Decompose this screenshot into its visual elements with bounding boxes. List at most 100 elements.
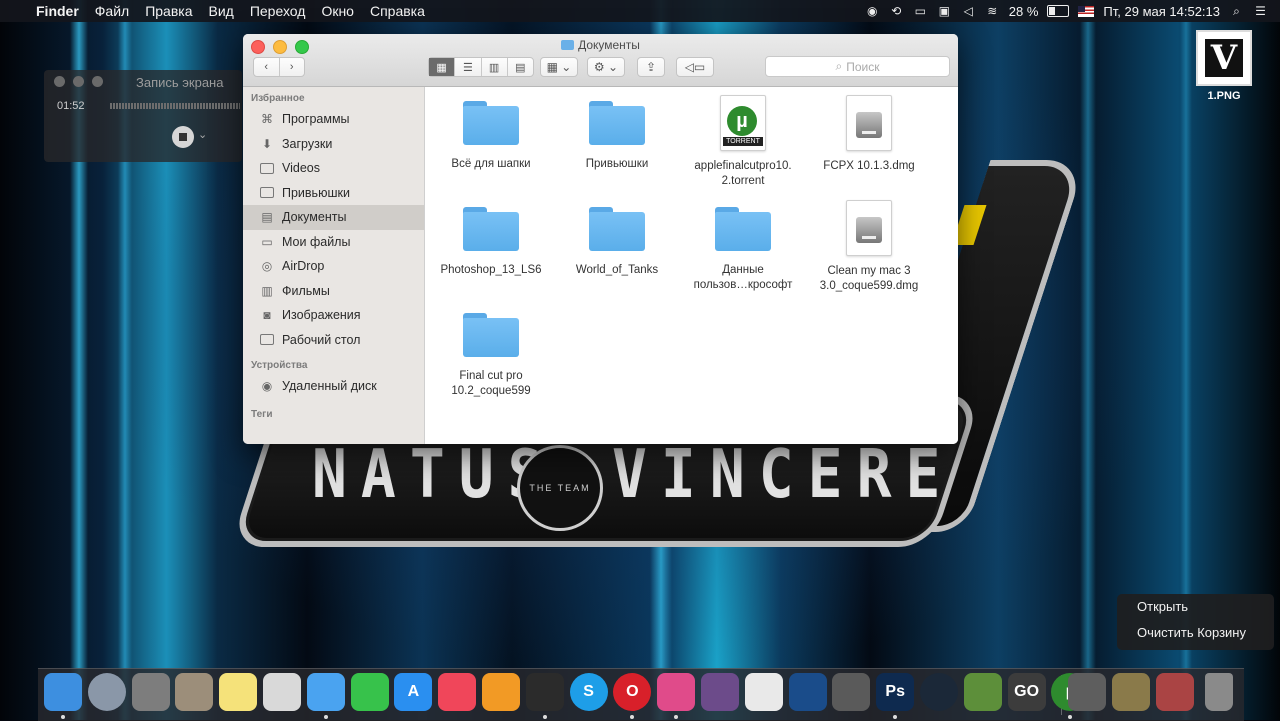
minimize-icon[interactable] bbox=[73, 76, 84, 87]
list-view-button[interactable]: ☰ bbox=[455, 58, 482, 76]
sidebar-item-downloads[interactable]: ⬇ Загрузки bbox=[243, 132, 424, 157]
wallpaper-text-vincere: VINCERE bbox=[612, 434, 955, 514]
messages-icon[interactable] bbox=[306, 673, 345, 711]
folder-item[interactable]: Всё для шапки bbox=[431, 101, 551, 172]
photoshop-icon[interactable]: Ps bbox=[876, 673, 915, 711]
obs-icon[interactable] bbox=[525, 673, 564, 711]
menu-edit[interactable]: Правка bbox=[137, 3, 200, 19]
trash-icon[interactable] bbox=[1205, 673, 1233, 711]
file-name: applefinalcutpro10. 2.torrent bbox=[694, 160, 792, 187]
sidebar-item-pictures[interactable]: ◙ Изображения bbox=[243, 303, 424, 328]
sidebar-item-label: Документы bbox=[282, 210, 347, 225]
screen-recording-window[interactable]: Запись экрана 01:52 ⌄ bbox=[44, 70, 242, 162]
display-icon[interactable]: ▣ bbox=[937, 4, 952, 19]
sidebar-item-previews[interactable]: Привьюшки bbox=[243, 181, 424, 206]
menu-file[interactable]: Файл bbox=[87, 3, 137, 19]
tags-button[interactable]: ◁▭ bbox=[676, 57, 714, 77]
file-item[interactable]: FCPX 10.1.3.dmg bbox=[809, 95, 929, 174]
arrange-button[interactable]: ▦ ⌄ bbox=[540, 57, 578, 77]
stop-recording-button[interactable] bbox=[172, 126, 194, 148]
recording-time: 01:52 bbox=[57, 100, 85, 112]
wallpaper-circle-emblem: THE TEAM bbox=[517, 445, 603, 531]
trash-context-menu: Открыть Очистить Корзину bbox=[1117, 594, 1274, 650]
zoom-icon[interactable] bbox=[92, 76, 103, 87]
spotlight-icon[interactable]: ⌕ bbox=[1229, 4, 1244, 19]
pictures-icon: ◙ bbox=[263, 308, 271, 323]
calculator-icon[interactable] bbox=[175, 673, 214, 711]
skype-icon[interactable]: S bbox=[569, 673, 608, 711]
menu-help[interactable]: Справка bbox=[362, 3, 433, 19]
sync-icon[interactable]: ⟲ bbox=[889, 4, 904, 19]
flag-icon[interactable] bbox=[1078, 5, 1095, 17]
wifi-icon[interactable]: ≋ bbox=[985, 4, 1000, 19]
sidebar-item-movies[interactable]: ▥ Фильмы bbox=[243, 279, 424, 304]
folder-item[interactable]: Данные пользов…крософт bbox=[683, 207, 803, 293]
coverflow-view-button[interactable]: ▤ bbox=[508, 58, 533, 76]
quicktime-icon[interactable] bbox=[788, 673, 827, 711]
sidebar-item-airdrop[interactable]: ◎ AirDrop bbox=[243, 254, 424, 279]
menu-item-empty-trash[interactable]: Очистить Корзину bbox=[1117, 620, 1274, 646]
minecraft-icon[interactable] bbox=[963, 673, 1002, 711]
final-cut-pro-icon[interactable] bbox=[832, 673, 871, 711]
menu-app-name[interactable]: Finder bbox=[28, 3, 87, 19]
steam-icon[interactable] bbox=[920, 673, 958, 711]
folder-item[interactable]: World_of_Tanks bbox=[557, 207, 677, 278]
menu-view[interactable]: Вид bbox=[201, 3, 242, 19]
system-preferences-icon[interactable] bbox=[131, 673, 170, 711]
clock[interactable]: Пт, 29 мая 14:52:13 bbox=[1103, 4, 1220, 19]
launchpad-icon[interactable] bbox=[87, 673, 126, 711]
opera-icon[interactable]: O bbox=[613, 673, 652, 711]
dmg-file-icon bbox=[846, 95, 892, 151]
notifications-icon[interactable]: ☰ bbox=[1253, 4, 1268, 19]
menu-item-open[interactable]: Открыть bbox=[1117, 594, 1274, 620]
battery-icon[interactable] bbox=[1047, 5, 1070, 17]
finder-window: Документы ‹ › ▦ ☰ ▥ ▤ ▦ ⌄ ⚙ ⌄ ⇪ ◁▭ ⌕ Поис… bbox=[243, 34, 958, 444]
column-view-button[interactable]: ▥ bbox=[482, 58, 508, 76]
folder-item[interactable]: Photoshop_13_LS6 bbox=[431, 207, 551, 278]
finder-icon[interactable] bbox=[44, 673, 82, 711]
ibooks-icon[interactable] bbox=[482, 673, 520, 711]
notes-icon[interactable] bbox=[219, 673, 258, 711]
coffee-icon[interactable] bbox=[744, 673, 783, 711]
desktop-file[interactable]: V 1.PNG bbox=[1196, 30, 1252, 102]
sidebar-item-remote-disc[interactable]: ◉ Удаленный диск bbox=[243, 374, 424, 399]
recent-items-icon-1[interactable] bbox=[1068, 673, 1106, 711]
window-title-text: Документы bbox=[578, 38, 640, 52]
sidebar-item-all-files[interactable]: ▭ Мои файлы bbox=[243, 230, 424, 255]
sidebar-item-applications[interactable]: ⌘ Программы bbox=[243, 107, 424, 132]
app-store-icon[interactable]: A bbox=[394, 673, 433, 711]
sidebar-item-desktop[interactable]: Рабочий стол bbox=[243, 328, 424, 353]
folder-item[interactable]: Final cut pro 10.2_coque599 bbox=[431, 313, 551, 399]
chevron-down-icon[interactable]: ⌄ bbox=[198, 128, 207, 141]
file-item[interactable]: µ TORRENT applefinalcutpro10. 2.torrent bbox=[683, 95, 803, 189]
menu-go[interactable]: Переход bbox=[242, 3, 314, 19]
menu-window[interactable]: Окно bbox=[313, 3, 362, 19]
itunes-icon[interactable] bbox=[438, 673, 477, 711]
facetime-icon[interactable] bbox=[350, 673, 389, 711]
sidebar-item-videos[interactable]: Videos bbox=[243, 156, 424, 181]
photo-booth-icon[interactable] bbox=[701, 673, 739, 711]
folder-icon bbox=[463, 313, 519, 357]
back-button[interactable]: ‹ bbox=[254, 58, 280, 76]
cleanmymac-icon[interactable] bbox=[657, 673, 696, 711]
stop-record-icon[interactable]: ◉ bbox=[865, 4, 880, 19]
airplay-icon[interactable]: ▭ bbox=[913, 4, 928, 19]
sidebar-item-documents[interactable]: ▤ Документы bbox=[243, 205, 424, 230]
share-button[interactable]: ⇪ bbox=[637, 57, 665, 77]
csgo-icon[interactable]: GO bbox=[1007, 673, 1046, 711]
file-name: FCPX 10.1.3.dmg bbox=[823, 160, 915, 172]
search-field[interactable]: ⌕ Поиск bbox=[765, 56, 950, 77]
forward-button[interactable]: › bbox=[280, 58, 305, 76]
folder-item[interactable]: Привьюшки bbox=[557, 101, 677, 172]
recent-items-icon-2[interactable] bbox=[1112, 673, 1150, 711]
recent-items-icon-3[interactable] bbox=[1156, 673, 1194, 711]
folder-icon bbox=[259, 186, 275, 200]
icon-view-button[interactable]: ▦ bbox=[429, 58, 456, 76]
battery-percent[interactable]: 28 % bbox=[1009, 4, 1039, 19]
documents-icon: ▤ bbox=[261, 210, 273, 225]
file-item[interactable]: Clean my mac 3 3.0_coque599.dmg bbox=[809, 200, 929, 294]
action-gear-button[interactable]: ⚙ ⌄ bbox=[587, 57, 625, 77]
volume-icon[interactable]: ◁ bbox=[961, 4, 976, 19]
close-icon[interactable] bbox=[54, 76, 65, 87]
preview-icon[interactable] bbox=[263, 673, 301, 711]
